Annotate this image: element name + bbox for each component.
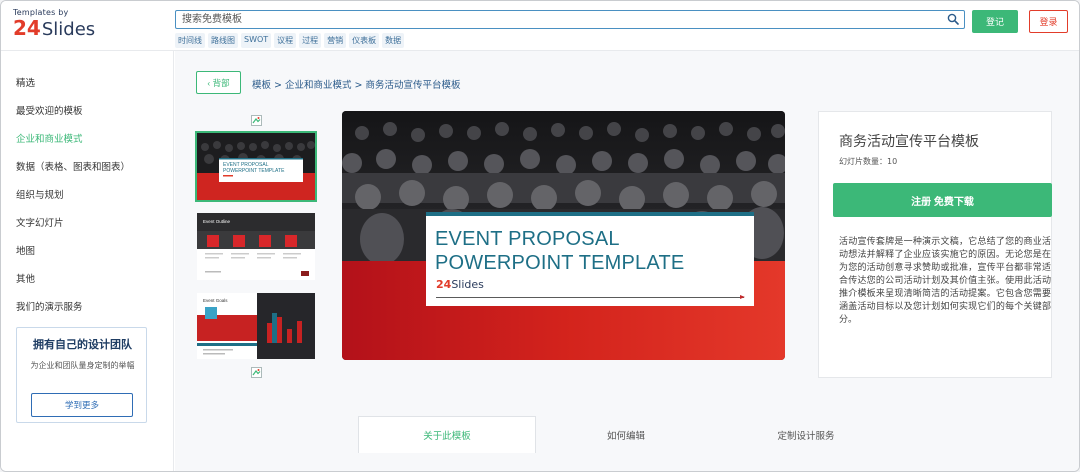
scroll-up-icon[interactable] xyxy=(251,115,262,126)
scroll-down-icon[interactable] xyxy=(251,367,262,378)
promo-title: 拥有自己的设计团队 xyxy=(33,338,132,351)
design-team-promo: 拥有自己的设计团队 为企业和团队量身定制的举幅 学到更多 xyxy=(16,327,147,423)
title-card: EVENT PROPOSAL POWERPOINT TEMPLATE 24 Sl… xyxy=(426,212,754,306)
thumbnail-title: Event Goals xyxy=(203,298,228,303)
tab-about[interactable]: 关于此模板 xyxy=(358,416,536,453)
sidebar-item-services[interactable]: 我们的演示服务 xyxy=(16,299,83,313)
preview-title-line-1: EVENT PROPOSAL xyxy=(435,228,620,250)
template-info-panel: 商务活动宣传平台模板 幻灯片数量：10 注册 免费下载 活动宣传套牌是一种演示文… xyxy=(818,111,1052,378)
sidebar-item-planning[interactable]: 组织与规划 xyxy=(16,187,64,201)
top-header: Templates by 24 Slides 时间线 路线图 SWOT 议程 过… xyxy=(1,1,1079,51)
slide-thumbnail[interactable]: Event Outline xyxy=(197,213,315,280)
back-button[interactable]: ‹ 背部 xyxy=(196,71,241,94)
preview-brand-word: Slides xyxy=(451,278,484,291)
thumbnail-image: Event Outline xyxy=(197,213,315,280)
slide-thumbnail[interactable]: Event Goals xyxy=(197,293,315,359)
search-tag[interactable]: 过程 xyxy=(299,33,322,48)
sidebar-item-popular[interactable]: 最受欢迎的模板 xyxy=(16,103,83,117)
slide-preview[interactable]: EVENT PROPOSAL POWERPOINT TEMPLATE 24 Sl… xyxy=(342,111,785,360)
category-sidebar: 精选 最受欢迎的模板 企业和商业模式 数据（表格、图表和图表） 组织与规划 文字… xyxy=(1,51,174,471)
preview-title-line-2: POWERPOINT TEMPLATE xyxy=(435,252,685,274)
preview-brand: 24 Slides xyxy=(436,278,484,291)
tab-how-to-edit[interactable]: 如何编辑 xyxy=(536,416,716,453)
search-tag[interactable]: 时间线 xyxy=(175,33,205,48)
template-detail: ‹ 背部 模板 > 企业和商业模式 > 商务活动宣传平台模板 EVENT PRO… xyxy=(175,51,1079,471)
thumbnail-title: Event Outline xyxy=(203,219,231,224)
sidebar-item-maps[interactable]: 地图 xyxy=(16,243,35,257)
template-description: 活动宣传套牌是一种演示文稿，它总结了您的商业活动想法并解释了企业应该实施它的原因… xyxy=(839,237,1051,325)
slide-thumbnail[interactable]: EVENT PROPOSAL POWERPOINT TEMPLATE xyxy=(195,131,317,202)
detail-tabs: 关于此模板 如何编辑 定制设计服务 xyxy=(358,416,1072,453)
logo[interactable]: Templates by 24 Slides xyxy=(13,8,103,44)
sidebar-item-text-slides[interactable]: 文字幻灯片 xyxy=(16,215,64,229)
slide-count: 幻灯片数量：10 xyxy=(839,157,898,166)
arrow-icon xyxy=(740,295,745,299)
search-tag[interactable]: 仪表板 xyxy=(349,33,380,48)
thumbnail-title-line: POWERPOINT TEMPLATE xyxy=(223,168,285,174)
search-tag[interactable]: SWOT xyxy=(241,33,272,48)
search-tag[interactable]: 数据 xyxy=(382,33,405,48)
search-input[interactable] xyxy=(176,11,936,28)
thumbnail-image: Event Goals xyxy=(197,293,315,359)
sidebar-item-business[interactable]: 企业和商业模式 xyxy=(16,131,83,145)
search-tag[interactable]: 路线图 xyxy=(208,33,238,48)
sidebar-item-featured[interactable]: 精选 xyxy=(16,75,35,89)
preview-brand-number: 24 xyxy=(436,278,452,291)
search-tag[interactable]: 营销 xyxy=(324,33,347,48)
thumbnail-image: EVENT PROPOSAL POWERPOINT TEMPLATE xyxy=(197,133,315,200)
template-title: 商务活动宣传平台模板 xyxy=(839,134,979,150)
breadcrumb[interactable]: 模板 > 企业和商业模式 > 商务活动宣传平台模板 xyxy=(252,77,461,91)
sidebar-item-other[interactable]: 其他 xyxy=(16,271,35,285)
promo-description: 为企业和团队量身定制的举幅 xyxy=(30,361,135,370)
divider-line xyxy=(436,297,744,298)
logo-word: Slides xyxy=(41,19,96,40)
tab-custom-design[interactable]: 定制设计服务 xyxy=(716,416,896,453)
logo-number: 24 xyxy=(13,16,41,40)
search-box xyxy=(175,10,965,29)
login-button[interactable]: 登录 xyxy=(1029,10,1068,33)
search-tag[interactable]: 议程 xyxy=(274,33,297,48)
learn-more-button[interactable]: 学到更多 xyxy=(31,393,133,417)
search-icon[interactable] xyxy=(947,13,959,25)
sidebar-item-data[interactable]: 数据（表格、图表和图表） xyxy=(16,159,130,173)
register-button[interactable]: 登记 xyxy=(972,10,1018,33)
download-button[interactable]: 注册 免费下载 xyxy=(833,183,1052,217)
app-window: Templates by 24 Slides 时间线 路线图 SWOT 议程 过… xyxy=(0,0,1080,472)
search-tags: 时间线 路线图 SWOT 议程 过程 营销 仪表板 数据 xyxy=(175,33,405,48)
